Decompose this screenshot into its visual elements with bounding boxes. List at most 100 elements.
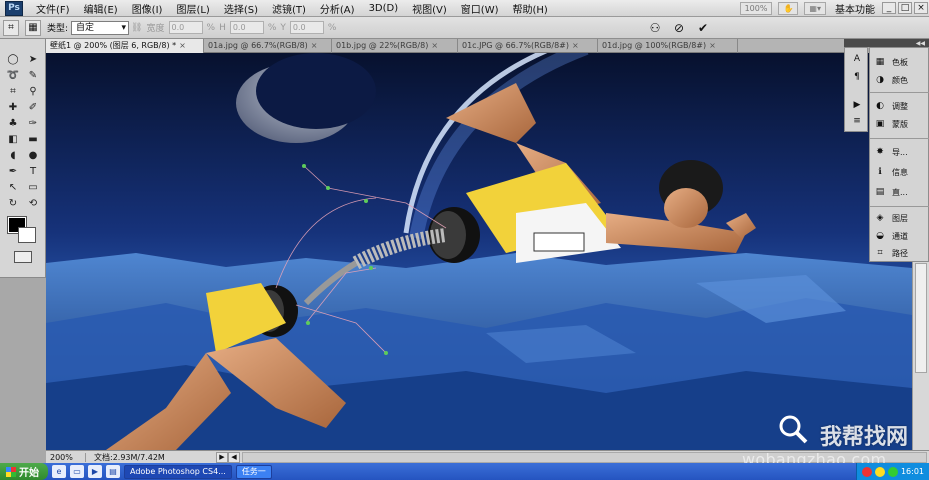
tray-clock[interactable]: 16:01 xyxy=(901,467,924,476)
paragraph-panel-icon[interactable]: ¶ xyxy=(851,72,863,82)
gradient-tool-icon[interactable]: ▬ xyxy=(24,133,42,147)
marquee-tool-icon[interactable]: ◯ xyxy=(4,53,22,67)
panel-color[interactable]: ◑ 颜色 xyxy=(874,72,908,88)
doc-tab-label: 01a.jpg @ 66.7%(RGB/8) xyxy=(208,41,308,50)
collapse-icon[interactable]: ◀◀ xyxy=(916,40,925,47)
workspace-switcher[interactable]: 基本功能 xyxy=(829,1,881,16)
minimize-button[interactable]: _ xyxy=(882,2,896,14)
vertical-scroll-thumb[interactable] xyxy=(915,263,927,373)
zoom-level[interactable]: 200% xyxy=(46,452,86,462)
desktop-quicklaunch-icon[interactable]: ▭ xyxy=(70,465,84,478)
pen-tool-icon[interactable]: ✒ xyxy=(4,165,22,179)
brush-tool-icon[interactable]: ✐ xyxy=(24,101,42,115)
panel-separator xyxy=(870,206,929,207)
warp-toggle-icon[interactable]: ⚇ xyxy=(646,20,664,36)
panel-adjustments[interactable]: ◐ 调整 xyxy=(874,98,908,114)
menu-window[interactable]: 窗口(W) xyxy=(454,1,506,16)
scroll-left-icon[interactable]: ◀ xyxy=(228,451,240,463)
history-panel-icon[interactable]: ≡ xyxy=(851,116,863,126)
tool-preset-icon[interactable]: ⌗ xyxy=(3,19,19,36)
restore-button[interactable]: □ xyxy=(898,2,912,14)
menu-image[interactable]: 图像(I) xyxy=(125,1,170,16)
doc-tab-5[interactable]: 01d.jpg @ 100%(RGB/8#) × xyxy=(598,39,738,53)
panel-separator xyxy=(870,138,929,139)
doc-tab-3[interactable]: 01b.jpg @ 22%(RGB/8) × xyxy=(332,39,458,53)
close-button[interactable]: × xyxy=(914,2,928,14)
tab-close-icon[interactable]: × xyxy=(709,41,716,50)
style-select[interactable]: 自定 xyxy=(71,20,130,35)
tray-antivirus-icon[interactable] xyxy=(861,466,872,477)
zoom-box[interactable]: 100% xyxy=(739,1,773,15)
cancel-transform-icon[interactable]: ⊘ xyxy=(670,20,688,36)
move-tool-icon[interactable]: ➤ xyxy=(24,53,42,67)
y-field[interactable]: 0.0 xyxy=(289,21,324,34)
panel-masks[interactable]: ▣ 蒙版 xyxy=(874,116,908,132)
panel-layers[interactable]: ◈ 图层 xyxy=(874,210,908,226)
crop-tool-icon[interactable]: ⌗ xyxy=(4,85,22,99)
3d-orbit-tool-icon[interactable]: ⟲ xyxy=(24,197,42,211)
menu-analysis[interactable]: 分析(A) xyxy=(313,1,362,16)
path-select-tool-icon[interactable]: ↖ xyxy=(4,181,22,195)
transform-icon[interactable]: ▦ xyxy=(25,19,41,36)
tray-network-icon[interactable] xyxy=(874,466,885,477)
ie-quicklaunch-icon[interactable]: e xyxy=(52,465,66,478)
options-actions: ⚇ ⊘ ✔ xyxy=(643,20,715,36)
quick-select-tool-icon[interactable]: ✎ xyxy=(24,69,42,83)
menu-layer[interactable]: 图层(L) xyxy=(169,1,216,16)
media-quicklaunch-icon[interactable]: ▶ xyxy=(88,465,102,478)
blur-tool-icon[interactable]: ◖ xyxy=(4,149,22,163)
menu-3d[interactable]: 3D(D) xyxy=(362,3,406,14)
shape-tool-icon[interactable]: ▭ xyxy=(24,181,42,195)
document-canvas[interactable] xyxy=(46,53,912,450)
tab-close-icon[interactable]: × xyxy=(311,41,318,50)
tray-volume-icon[interactable] xyxy=(887,466,898,477)
menu-help[interactable]: 帮助(H) xyxy=(506,1,555,16)
panel-navigator[interactable]: ✸ 导... xyxy=(874,144,907,160)
panel-channels[interactable]: ◒ 通道 xyxy=(874,228,908,244)
history-brush-tool-icon[interactable]: ✑ xyxy=(24,117,42,131)
arrange-icon[interactable]: ▦▾ xyxy=(804,1,826,15)
eraser-tool-icon[interactable]: ◧ xyxy=(4,133,22,147)
quick-mask-icon[interactable] xyxy=(14,251,32,263)
menu-file[interactable]: 文件(F) xyxy=(29,1,77,16)
stamp-tool-icon[interactable]: ♣ xyxy=(4,117,22,131)
hand-tool-icon[interactable]: ✋ xyxy=(778,1,799,15)
doc-tab-4[interactable]: 01c.JPG @ 66.7%(RGB/8#) × xyxy=(458,39,598,53)
eyedropper-tool-icon[interactable]: ⚲ xyxy=(24,85,42,99)
lasso-tool-icon[interactable]: ➰ xyxy=(4,69,22,83)
panel-paths[interactable]: ⌗ 路径 xyxy=(874,245,908,261)
folder-quicklaunch-icon[interactable]: ▤ xyxy=(106,465,120,478)
background-color-swatch[interactable] xyxy=(18,227,36,243)
panel-header[interactable]: ◀◀ xyxy=(844,39,929,47)
taskbar-task-photoshop[interactable]: Adobe Photoshop CS4... xyxy=(124,464,232,479)
commit-transform-icon[interactable]: ✔ xyxy=(694,20,712,36)
doc-tab-label: 01b.jpg @ 22%(RGB/8) xyxy=(336,41,429,50)
menu-view[interactable]: 视图(V) xyxy=(405,1,454,16)
doc-tab-label: 01d.jpg @ 100%(RGB/8#) xyxy=(602,41,707,50)
doc-tab-2[interactable]: 01a.jpg @ 66.7%(RGB/8) × xyxy=(204,39,332,53)
document-size[interactable]: 文档:2.93M/7.42M xyxy=(86,452,216,463)
tab-close-icon[interactable]: × xyxy=(179,41,186,50)
dodge-tool-icon[interactable]: ● xyxy=(24,149,42,163)
type-tool-icon[interactable]: T xyxy=(24,165,42,179)
panel-info[interactable]: ℹ 信息 xyxy=(874,164,908,180)
start-button[interactable]: 开始 xyxy=(0,463,48,480)
menu-select[interactable]: 选择(S) xyxy=(217,1,265,16)
taskbar-task-folder[interactable]: 任务一 xyxy=(235,464,272,479)
status-menu-arrow-icon[interactable]: ▶ xyxy=(216,451,228,463)
menu-edit[interactable]: 编辑(E) xyxy=(77,1,125,16)
menu-filter[interactable]: 滤镜(T) xyxy=(265,1,313,16)
panel-label: 路径 xyxy=(892,248,908,258)
3d-rotate-tool-icon[interactable]: ↻ xyxy=(4,197,22,211)
doc-tab-1[interactable]: 壁纸1 @ 200% (图层 6, RGB/8) * × xyxy=(46,39,204,53)
tab-close-icon[interactable]: × xyxy=(572,41,579,50)
actions-panel-icon[interactable]: ▶ xyxy=(851,100,863,110)
character-panel-icon[interactable]: A xyxy=(851,54,863,64)
panel-swatches[interactable]: ▦ 色板 xyxy=(874,54,908,70)
tab-close-icon[interactable]: × xyxy=(431,41,438,50)
healing-tool-icon[interactable]: ✚ xyxy=(4,101,22,115)
h-field[interactable]: 0.0 xyxy=(229,21,264,34)
panel-histogram[interactable]: ▤ 直... xyxy=(874,184,908,200)
width-field[interactable]: 0.0 xyxy=(168,21,203,34)
canvas-artwork xyxy=(46,53,912,450)
